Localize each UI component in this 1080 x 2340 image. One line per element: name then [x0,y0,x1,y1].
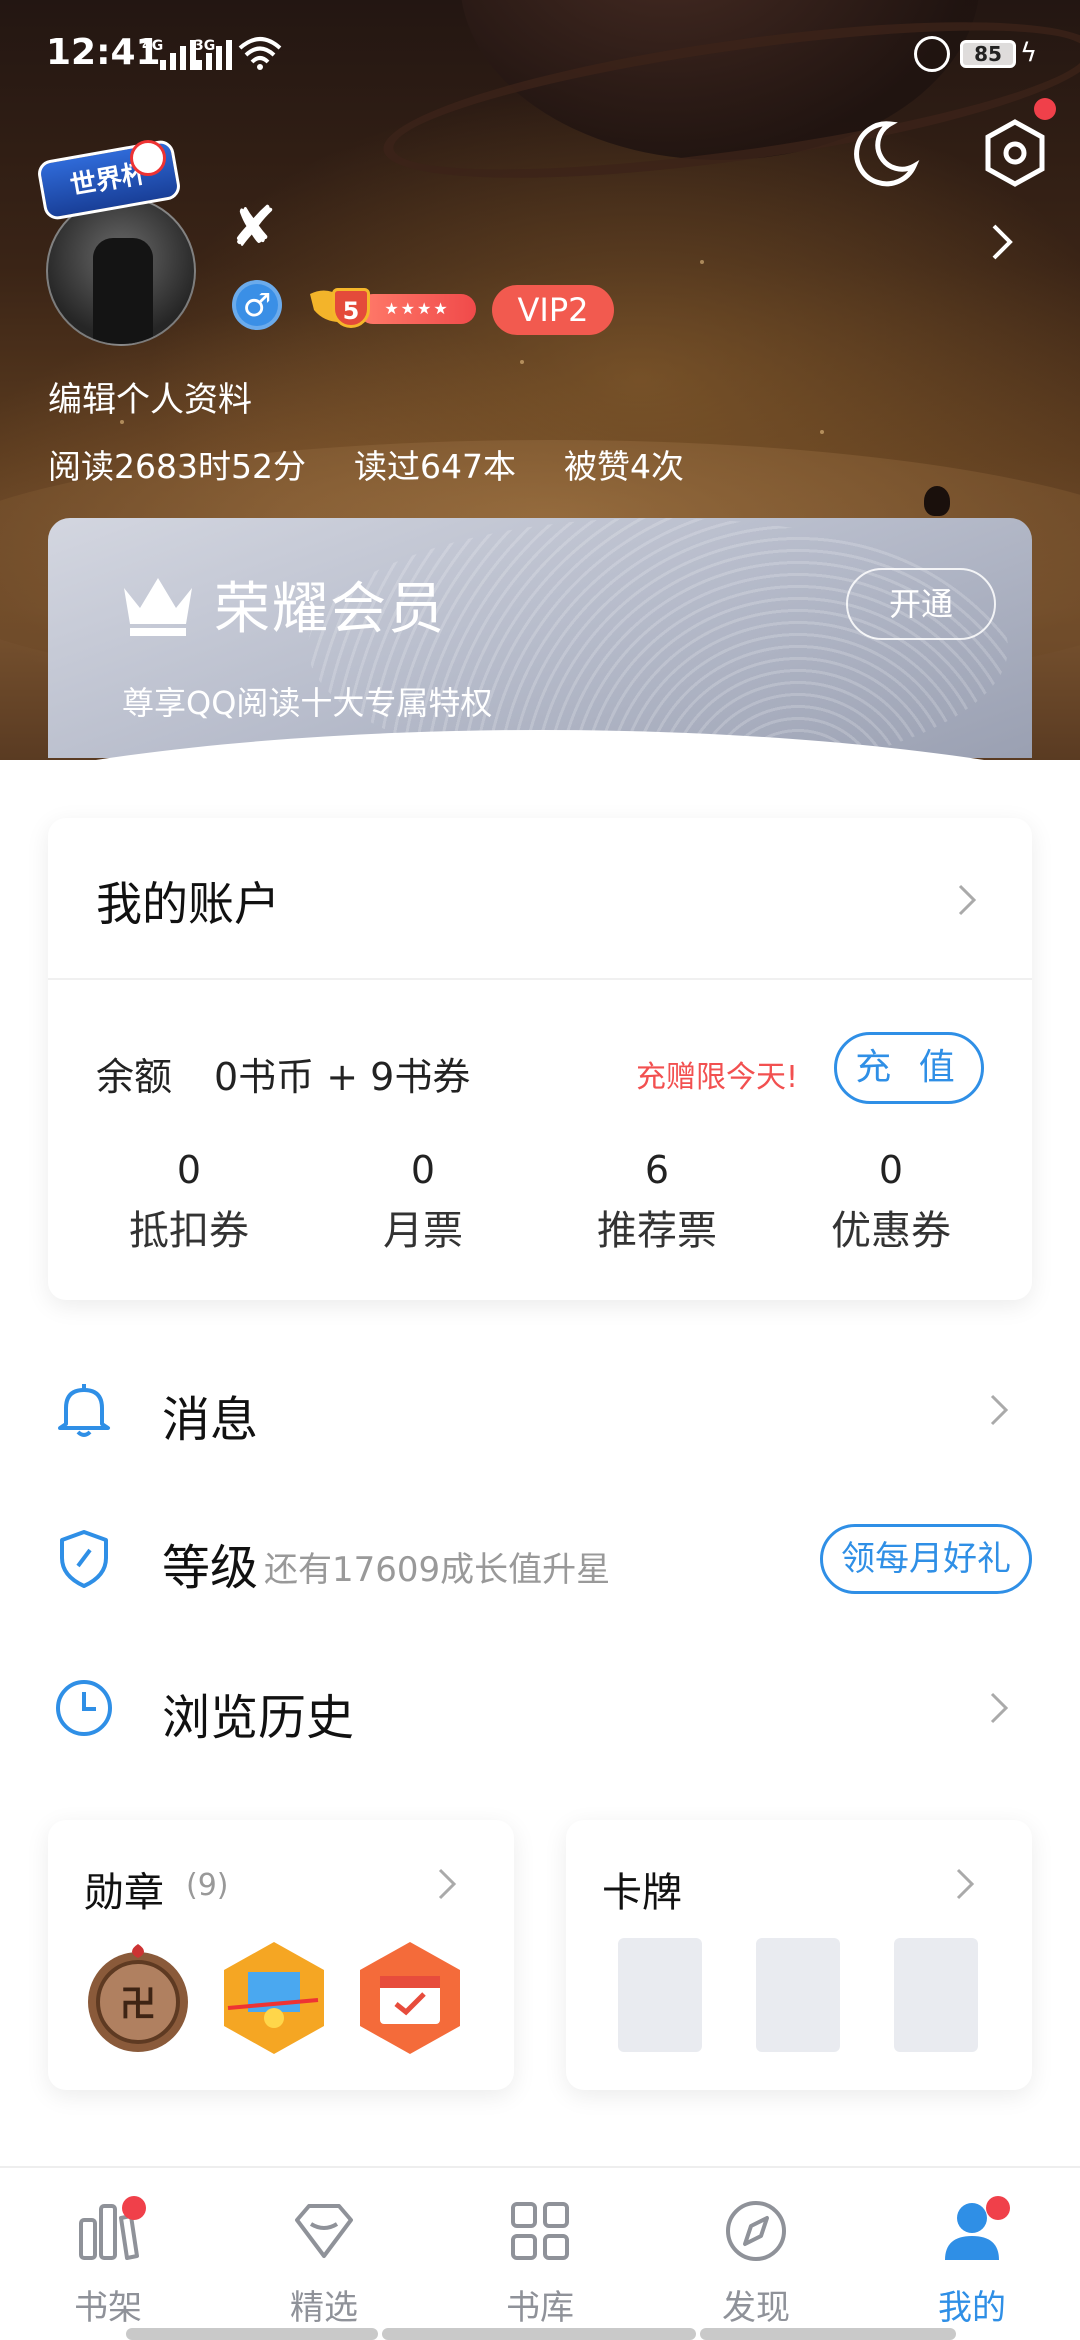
bell-icon [58,1384,110,1437]
chevron-right-icon [956,1868,975,1900]
edit-profile-link[interactable]: 编辑个人资料 [48,372,252,421]
silhouette-decoration [924,486,950,516]
shield-icon [60,1530,108,1588]
balance-label: 余额 [96,1055,173,1099]
card-placeholder [618,1938,702,2052]
divider [48,978,1032,980]
ticket-value: 0 [878,1148,904,1192]
ticket-monthly[interactable]: 0 月票 [306,1148,540,1256]
grid-icon [511,2202,569,2260]
crown-icon [124,578,192,636]
user-name: ✘ [230,195,277,260]
ticket-label: 抵扣券 [129,1208,249,1254]
night-mode-icon[interactable] [850,118,920,188]
tab-label: 精选 [290,2288,358,2328]
envelope-medal-icon [224,1942,324,2054]
likes-count: 被赞4次 [563,447,684,486]
chevron-right-icon [990,1394,1009,1426]
profile-page: 12:41 4G 3G 85 ϟ 世界杯 ✘ ♂ ★★★★ 5 VIP2 编辑个… [0,0,1080,2340]
avatar[interactable] [46,196,196,346]
me-notification-dot [986,2196,1010,2220]
clock-icon [56,1680,112,1736]
account-card: 我的账户 余额 0书币 + 9书券 充赠限今天! 充 值 0 抵扣券 0 月票 … [48,818,1032,1300]
tab-label: 发现 [722,2288,790,2328]
tab-label: 我的 [938,2288,1006,2328]
settings-notification-dot [1034,98,1056,120]
tab-label: 书库 [506,2288,574,2328]
recharge-button[interactable]: 充 值 [834,1032,984,1104]
tab-label: 书架 [74,2288,142,2328]
messages-row[interactable]: 消息 [0,1350,1080,1470]
card-placeholder [756,1938,840,2052]
ticket-value: 0 [410,1148,436,1192]
football-icon [130,140,166,176]
history-label: 浏览历史 [162,1690,355,1746]
level-number: 5 [332,288,370,328]
ticket-value: 6 [644,1148,670,1192]
profile-chevron-right-icon[interactable] [988,222,1018,262]
ticket-recommend[interactable]: 6 推荐票 [540,1148,774,1256]
bottom-tab-bar: 书架 精选 书库 发现 我的 [0,2166,1080,2340]
battery-icon: 85 [960,40,1016,68]
chevron-right-icon [990,1692,1009,1724]
signal-icon-2 [196,40,232,70]
ticket-deduction[interactable]: 0 抵扣券 [72,1148,306,1256]
account-title[interactable]: 我的账户 [96,868,280,934]
cards-title: 卡牌 [602,1870,682,1916]
membership-title: 荣耀会员 [214,577,446,642]
account-chevron-right-icon[interactable] [956,880,980,920]
balance-value: 0书币 + 9书券 [214,1055,471,1099]
compass-icon [726,2201,786,2261]
tab-discover[interactable]: 发现 [648,2196,864,2329]
diamond-icon [295,2204,353,2258]
user-level-badge[interactable]: ★★★★ 5 [306,282,476,332]
recharge-promo: 充赠限今天! [636,1060,799,1095]
ticket-value: 0 [176,1148,202,1192]
charging-icon: ϟ [1020,38,1038,68]
medals-title: 勋章 [84,1870,164,1916]
membership-subtitle: 尊享QQ阅读十大专属特权 [122,684,493,722]
monthly-gift-button[interactable]: 领每月好礼 [820,1524,1032,1594]
bookshelf-notification-dot [122,2196,146,2220]
level-hint: 还有17609成长值升星 [264,1550,611,1590]
rotation-lock-icon [914,36,950,72]
male-gender-icon: ♂ [232,280,282,330]
vip-badge[interactable]: VIP2 [492,285,614,335]
reading-stats: 阅读2683时52分 读过647本 被赞4次 [48,440,684,488]
tab-me[interactable]: 我的 [864,2196,1080,2329]
tab-featured[interactable]: 精选 [216,2196,432,2329]
calendar-medal-icon [360,1942,460,2054]
level-row[interactable]: 等级 还有17609成长值升星 领每月好礼 [0,1498,1080,1618]
open-membership-button[interactable]: 开通 [846,568,996,640]
ticket-coupon[interactable]: 0 优惠券 [774,1148,1008,1256]
ticket-label: 推荐票 [597,1208,717,1254]
settings-icon[interactable] [980,118,1050,188]
books-read: 读过647本 [353,447,516,486]
messages-label: 消息 [162,1392,259,1448]
gesture-bar-segment [382,2328,696,2340]
gesture-bar-segment [126,2328,378,2340]
history-row[interactable]: 浏览历史 [0,1648,1080,1768]
cards-card[interactable]: 卡牌 [566,1820,1032,2090]
level-label: 等级 [162,1540,259,1596]
ticket-label: 优惠券 [831,1208,951,1254]
reading-time: 阅读2683时52分 [48,447,306,486]
wifi-icon [238,37,282,70]
chevron-right-icon [438,1868,457,1900]
svg-text:卍: 卍 [120,1984,156,2025]
signal-icon [160,40,196,70]
status-bar: 12:41 4G 3G 85 ϟ [0,0,1080,110]
ticket-stats: 0 抵扣券 0 月票 6 推荐票 0 优惠券 [48,1148,1032,1256]
membership-banner[interactable]: 荣耀会员 尊享QQ阅读十大专属特权 开通 [48,518,1032,758]
card-placeholder [894,1938,978,2052]
ticket-label: 月票 [383,1208,463,1254]
medal-badge-icon: 卍 [88,1944,188,2052]
tab-library[interactable]: 书库 [432,2196,648,2329]
medals-count: (9) [186,1868,229,1903]
tab-bookshelf[interactable]: 书架 [0,2196,216,2329]
gesture-bar-segment [700,2328,956,2340]
medals-card[interactable]: 勋章 (9) 卍 [48,1820,514,2090]
